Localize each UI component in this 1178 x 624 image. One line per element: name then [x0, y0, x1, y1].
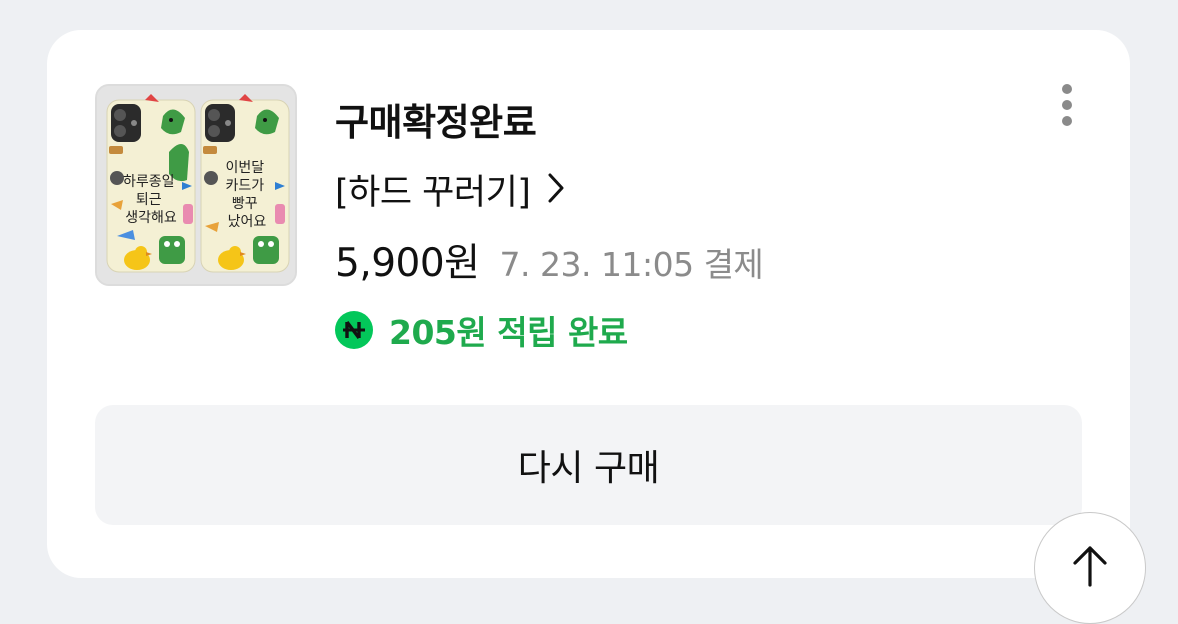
product-link[interactable]: [하드 꾸러기] — [335, 164, 566, 215]
more-options-button[interactable] — [1047, 82, 1087, 128]
points-row: 205원 적립 완료 — [335, 306, 628, 354]
arrow-up-icon — [1073, 546, 1107, 587]
rebuy-label: 다시 구매 — [517, 448, 660, 489]
order-card: 하루종일 퇴근 생각해요 이번달 카드가 빵꾸 났어요 구매확정완료 [하드 꾸… — [47, 30, 1130, 578]
chevron-right-icon — [546, 172, 566, 208]
points-earned: 205원 적립 완료 — [389, 313, 628, 352]
rebuy-button[interactable]: 다시 구매 — [95, 405, 1082, 525]
price: 5,900원 — [335, 241, 480, 286]
product-name: [하드 꾸러기] — [335, 173, 531, 213]
order-status: 구매확정완료 — [335, 101, 537, 144]
scroll-to-top-button[interactable] — [1034, 512, 1146, 624]
payment-date: 7. 23. 11:05 결제 — [499, 245, 764, 284]
phone-case-illustration: 하루종일 퇴근 생각해요 이번달 카드가 빵꾸 났어요 — [97, 86, 295, 284]
price-row: 5,900원 7. 23. 11:05 결제 — [335, 232, 764, 288]
more-vertical-icon — [1062, 84, 1072, 126]
naver-pay-points-icon — [335, 311, 373, 349]
product-thumbnail[interactable]: 하루종일 퇴근 생각해요 이번달 카드가 빵꾸 났어요 — [95, 84, 297, 286]
